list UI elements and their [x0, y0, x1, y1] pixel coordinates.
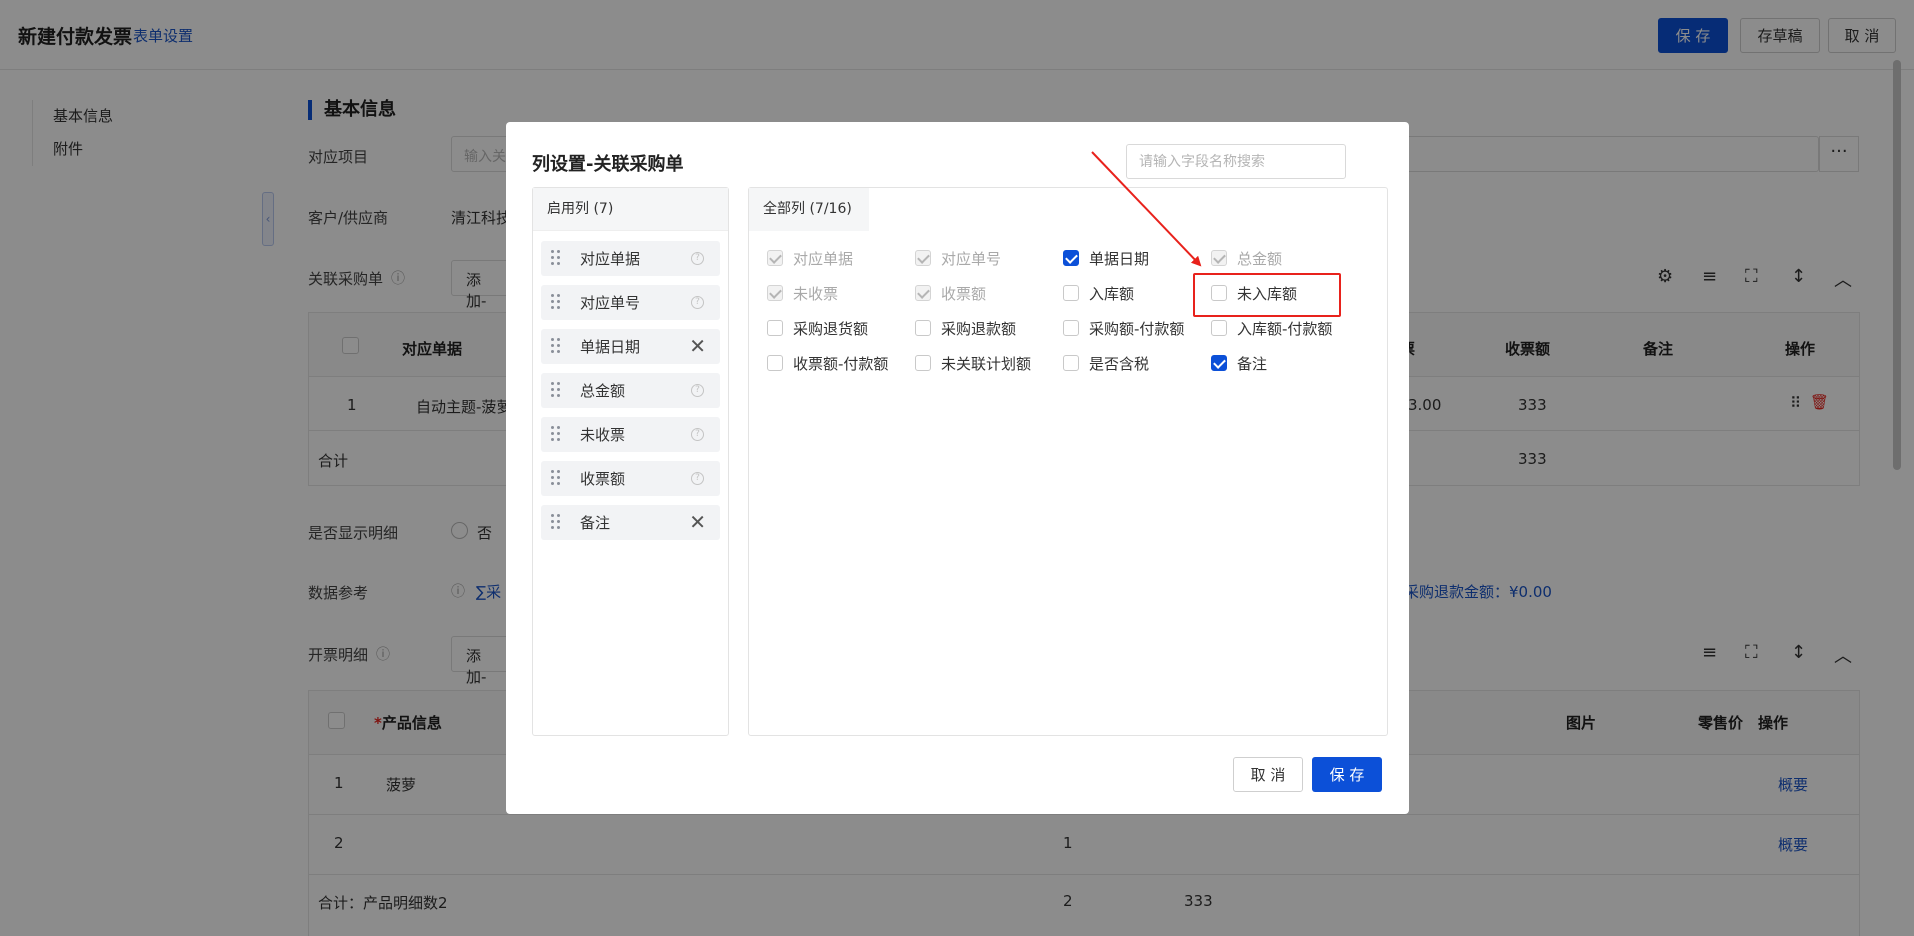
enabled-column-label: 备注 [580, 514, 611, 532]
enabled-columns-header: 启用列 (7) [533, 188, 728, 231]
column-option-label: 是否含税 [1089, 354, 1150, 373]
column-checkbox[interactable] [767, 355, 783, 371]
enabled-column-item[interactable]: 备注 ✕ [541, 505, 720, 540]
column-checkbox [915, 285, 931, 301]
enabled-column-item[interactable]: 总金额? [541, 373, 720, 408]
column-option-label: 采购额-付款额 [1089, 319, 1185, 338]
enabled-column-label: 单据日期 [580, 338, 641, 356]
enabled-column-label: 对应单号 [580, 294, 641, 312]
column-option-label: 未关联计划额 [941, 354, 1032, 373]
enabled-column-item[interactable]: 未收票? [541, 417, 720, 452]
column-option-label: 对应单号 [941, 249, 1002, 268]
enabled-column-label: 对应单据 [580, 250, 641, 268]
column-option[interactable]: 入库额-付款额 [1211, 318, 1332, 338]
drag-handle-icon[interactable] [551, 250, 561, 267]
column-option-label: 收票额-付款额 [793, 354, 889, 373]
modal-title: 列设置-关联采购单 [532, 154, 684, 175]
field-search-input[interactable] [1126, 144, 1346, 179]
column-option: 未收票 [767, 283, 838, 303]
column-option-label: 总金额 [1237, 249, 1283, 268]
column-checkbox [767, 285, 783, 301]
enabled-column-item[interactable]: 对应单据? [541, 241, 720, 276]
modal-save-button[interactable]: 保 存 [1312, 757, 1382, 792]
column-option[interactable]: 入库额 [1063, 283, 1134, 303]
enabled-columns-list: 对应单据? 对应单号? 单据日期 ✕ 总金额? 未收票? 收票额? 备注 ✕ [533, 231, 728, 540]
remove-icon[interactable]: ✕ [689, 335, 706, 357]
column-checkbox [915, 250, 931, 266]
help-icon: ? [691, 296, 704, 309]
column-option[interactable]: 未关联计划额 [915, 353, 1031, 373]
column-checkbox[interactable] [1063, 320, 1079, 336]
column-checkbox [767, 250, 783, 266]
help-icon: ? [691, 428, 704, 441]
column-checkbox[interactable] [1063, 250, 1079, 266]
column-option-label: 未收票 [793, 284, 839, 303]
column-option-label: 采购退款额 [941, 319, 1017, 338]
column-option[interactable]: 收票额-付款额 [767, 353, 888, 373]
help-icon: ? [691, 252, 704, 265]
column-option: 对应单号 [915, 248, 1001, 268]
column-option[interactable]: 单据日期 [1063, 248, 1149, 268]
enabled-column-item[interactable]: 收票额? [541, 461, 720, 496]
help-icon: ? [691, 472, 704, 485]
column-checkbox[interactable] [767, 320, 783, 336]
column-option[interactable]: 采购额-付款额 [1063, 318, 1184, 338]
drag-handle-icon[interactable] [551, 426, 561, 443]
column-checkbox[interactable] [1211, 320, 1227, 336]
column-checkbox[interactable] [915, 355, 931, 371]
enabled-column-label: 总金额 [580, 382, 626, 400]
column-option-label: 收票额 [941, 284, 987, 303]
column-option[interactable]: 采购退货额 [767, 318, 868, 338]
column-settings-modal: 列设置-关联采购单 启用列 (7) 对应单据?对应单号?单据日期✕总金额?未收票… [506, 122, 1409, 814]
column-checkbox[interactable] [915, 320, 931, 336]
drag-handle-icon[interactable] [551, 470, 561, 487]
remove-icon[interactable]: ✕ [689, 511, 706, 533]
column-option: 收票额 [915, 283, 986, 303]
column-option-label: 入库额-付款额 [1237, 319, 1333, 338]
column-option: 总金额 [1211, 248, 1282, 268]
column-checkbox[interactable] [1211, 355, 1227, 371]
drag-handle-icon[interactable] [551, 338, 561, 355]
drag-handle-icon[interactable] [551, 382, 561, 399]
enabled-columns-panel: 启用列 (7) 对应单据? 对应单号? 单据日期 ✕ 总金额? 未收票? 收票额? 备注 ✕ [532, 187, 729, 736]
column-option[interactable]: 采购退款额 [915, 318, 1016, 338]
enabled-column-item[interactable]: 单据日期 ✕ [541, 329, 720, 364]
all-columns-panel: 全部列 (7/16) 对应单据 对应单号 单据日期 总金额 未收票 收票额 入库额 未入库额采… [748, 187, 1388, 736]
all-columns-header: 全部列 (7/16) [749, 188, 869, 231]
modal-cancel-button[interactable]: 取 消 [1233, 757, 1303, 792]
column-option-label: 入库额 [1089, 284, 1135, 303]
enabled-column-item[interactable]: 对应单号? [541, 285, 720, 320]
column-option-label: 单据日期 [1089, 249, 1150, 268]
help-icon: ? [691, 384, 704, 397]
column-option: 对应单据 [767, 248, 853, 268]
column-checkbox [1211, 250, 1227, 266]
annotation-highlight-box [1193, 273, 1341, 317]
column-option-label: 采购退货额 [793, 319, 869, 338]
column-option-label: 备注 [1237, 354, 1268, 373]
column-option-label: 对应单据 [793, 249, 854, 268]
column-checkbox[interactable] [1063, 285, 1079, 301]
drag-handle-icon[interactable] [551, 514, 561, 531]
column-option[interactable]: 是否含税 [1063, 353, 1149, 373]
column-checkbox[interactable] [1063, 355, 1079, 371]
enabled-column-label: 未收票 [580, 426, 626, 444]
enabled-column-label: 收票额 [580, 470, 626, 488]
drag-handle-icon[interactable] [551, 294, 561, 311]
column-option[interactable]: 备注 [1211, 353, 1267, 373]
